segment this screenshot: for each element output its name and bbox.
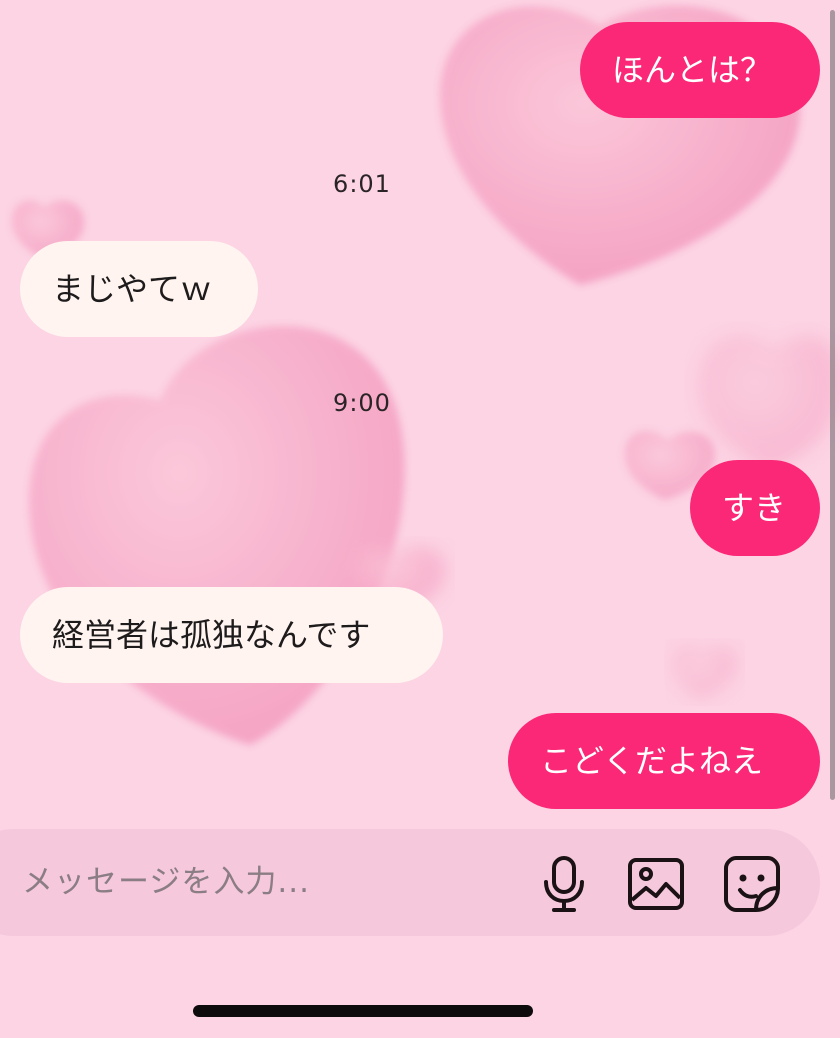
outgoing-message[interactable]: すき <box>690 460 820 556</box>
sticker-icon <box>724 856 780 912</box>
incoming-message[interactable]: 経営者は孤独なんです <box>20 587 443 683</box>
chat-screen: ほんとは？ 6:01 まじやてｗ 9:00 すき 経営者は孤独なんです こどくだ… <box>0 0 840 1038</box>
microphone-button[interactable] <box>532 852 596 916</box>
outgoing-message[interactable]: こどくだよねえ <box>508 713 820 809</box>
message-text: ほんとは？ <box>612 51 773 89</box>
scrollbar[interactable] <box>830 10 835 800</box>
home-indicator[interactable] <box>193 1005 533 1017</box>
timestamp: 9:00 <box>333 389 391 417</box>
image-button[interactable] <box>624 852 688 916</box>
timestamp: 6:01 <box>333 170 391 198</box>
image-icon <box>628 858 684 910</box>
sticker-button[interactable] <box>720 852 784 916</box>
message-text: こどくだよねえ <box>540 742 764 780</box>
message-text: すき <box>722 489 787 527</box>
message-input[interactable]: メッセージを入力... <box>22 858 492 906</box>
outgoing-message[interactable]: ほんとは？ <box>580 22 820 118</box>
message-text: まじやてｗ <box>52 270 213 308</box>
incoming-message[interactable]: まじやてｗ <box>20 241 258 337</box>
message-text: 経営者は孤独なんです <box>52 616 371 654</box>
microphone-icon <box>544 856 584 912</box>
wallpaper-heart <box>698 334 840 470</box>
wallpaper-heart <box>671 644 738 700</box>
